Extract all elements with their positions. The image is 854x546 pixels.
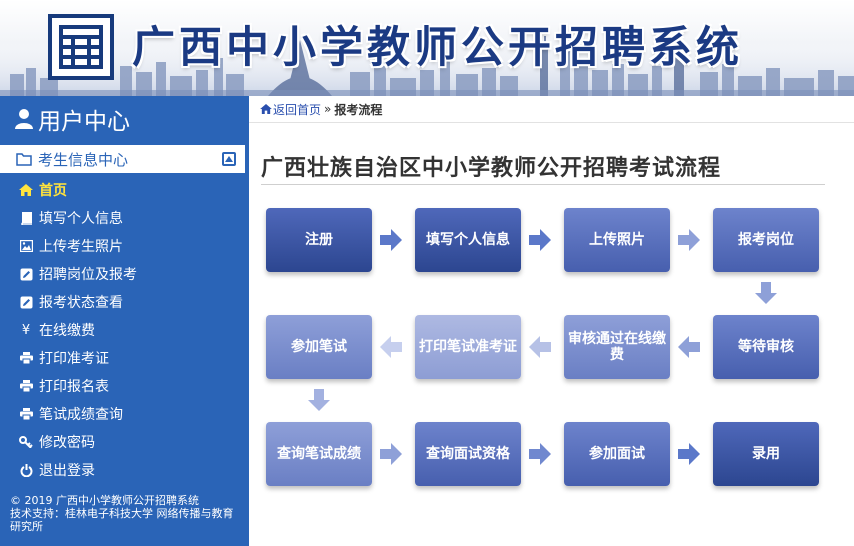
print-icon <box>18 352 34 364</box>
flow-step-written-exam: 参加笔试 <box>266 315 372 379</box>
sidebar-item-label: 报考状态查看 <box>39 295 123 311</box>
sidebar-item-scores[interactable]: 笔试成绩查询 <box>0 400 249 428</box>
sidebar-item-label: 招聘岗位及报考 <box>39 267 137 283</box>
system-logo <box>48 14 114 80</box>
arrow-right-icon <box>380 443 402 465</box>
sidebar-item-label: 首页 <box>39 183 67 199</box>
sidebar-item-label: 打印报名表 <box>39 379 109 395</box>
user-center-label: 用户中心 <box>38 109 130 135</box>
support-text: 技术支持：桂林电子科技大学 网络传播与教育研究所 <box>10 507 234 533</box>
sidebar-item-status[interactable]: 报考状态查看 <box>0 288 249 316</box>
sidebar-item-label: 打印准考证 <box>39 351 109 367</box>
sidebar-item-change-password[interactable]: 修改密码 <box>0 428 249 456</box>
arrow-down-icon <box>755 282 777 304</box>
candidate-info-label: 考生信息中心 <box>38 150 129 169</box>
image-icon <box>18 240 34 252</box>
print-icon <box>18 380 34 392</box>
home-icon <box>18 184 34 196</box>
user-icon <box>14 108 34 130</box>
arrow-right-icon <box>529 229 551 251</box>
main-content: 返回首页 » 报考流程 广西壮族自治区中小学教师公开招聘考试流程 注册 填写个人… <box>249 96 854 546</box>
edit-icon <box>18 296 34 309</box>
flow-step-print-ticket: 打印笔试准考证 <box>415 315 521 379</box>
arrow-left-icon <box>380 336 402 358</box>
user-center-header: 用户中心 <box>0 96 249 142</box>
arrow-right-icon <box>380 229 402 251</box>
sidebar-item-label: 上传考生照片 <box>39 239 123 255</box>
sidebar-item-label: 退出登录 <box>39 463 95 479</box>
sidebar-menu: 首页 填写个人信息 上传考生照片 招聘岗位及报考 报考状态查看 ¥ 在线缴费 打… <box>0 176 249 484</box>
flow-step-upload-photo: 上传照片 <box>564 208 670 272</box>
flow-step-hired: 录用 <box>713 422 819 486</box>
copyright-text: © 2019 广西中小学教师公开招聘系统 <box>10 494 199 507</box>
sidebar-item-logout[interactable]: 退出登录 <box>0 456 249 484</box>
power-icon <box>18 463 34 477</box>
print-icon <box>18 408 34 420</box>
site-title: 广西中小学教师公开招聘系统 <box>132 23 743 73</box>
sidebar-item-print-form[interactable]: 打印报名表 <box>0 372 249 400</box>
arrow-left-icon <box>529 336 551 358</box>
arrow-right-icon <box>529 443 551 465</box>
flow-step-check-score: 查询笔试成绩 <box>266 422 372 486</box>
sidebar-item-label: 笔试成绩查询 <box>39 407 123 423</box>
process-flow: 注册 填写个人信息 上传照片 报考岗位 等待审核 审核通过在线缴费 打印笔试准考… <box>249 96 854 546</box>
sidebar: 用户中心 考生信息中心 首页 填写个人信息 上传考生照片 招聘岗位及报考 报考状… <box>0 96 249 546</box>
flow-step-check-interview: 查询面试资格 <box>415 422 521 486</box>
yen-icon: ¥ <box>21 322 31 338</box>
flow-step-await-review: 等待审核 <box>713 315 819 379</box>
sidebar-item-positions[interactable]: 招聘岗位及报考 <box>0 260 249 288</box>
sidebar-footer: © 2019 广西中小学教师公开招聘系统 技术支持：桂林电子科技大学 网络传播与… <box>10 494 242 533</box>
flow-step-review-payment: 审核通过在线缴费 <box>564 315 670 379</box>
arrow-down-icon <box>308 389 330 411</box>
flow-step-apply-position: 报考岗位 <box>713 208 819 272</box>
edit-icon <box>18 268 34 281</box>
sidebar-item-label: 修改密码 <box>39 435 95 451</box>
arrow-right-icon <box>678 229 700 251</box>
sidebar-item-upload-photo[interactable]: 上传考生照片 <box>0 232 249 260</box>
sidebar-item-payment[interactable]: ¥ 在线缴费 <box>0 316 249 344</box>
book-icon <box>18 211 34 225</box>
sidebar-item-home[interactable]: 首页 <box>0 176 249 204</box>
sidebar-item-label: 填写个人信息 <box>39 211 123 227</box>
candidate-info-section[interactable]: 考生信息中心 <box>0 145 245 173</box>
collapse-icon[interactable] <box>222 152 236 166</box>
flow-step-register: 注册 <box>266 208 372 272</box>
key-icon <box>18 436 34 448</box>
sidebar-item-print-admission[interactable]: 打印准考证 <box>0 344 249 372</box>
arrow-right-icon <box>678 443 700 465</box>
folder-open-icon <box>16 152 32 166</box>
arrow-left-icon <box>678 336 700 358</box>
flow-step-interview: 参加面试 <box>564 422 670 486</box>
header-banner: 广西中小学教师公开招聘系统 <box>0 0 854 96</box>
sidebar-item-personal-info[interactable]: 填写个人信息 <box>0 204 249 232</box>
sidebar-item-label: 在线缴费 <box>39 323 95 339</box>
flow-step-fill-info: 填写个人信息 <box>415 208 521 272</box>
